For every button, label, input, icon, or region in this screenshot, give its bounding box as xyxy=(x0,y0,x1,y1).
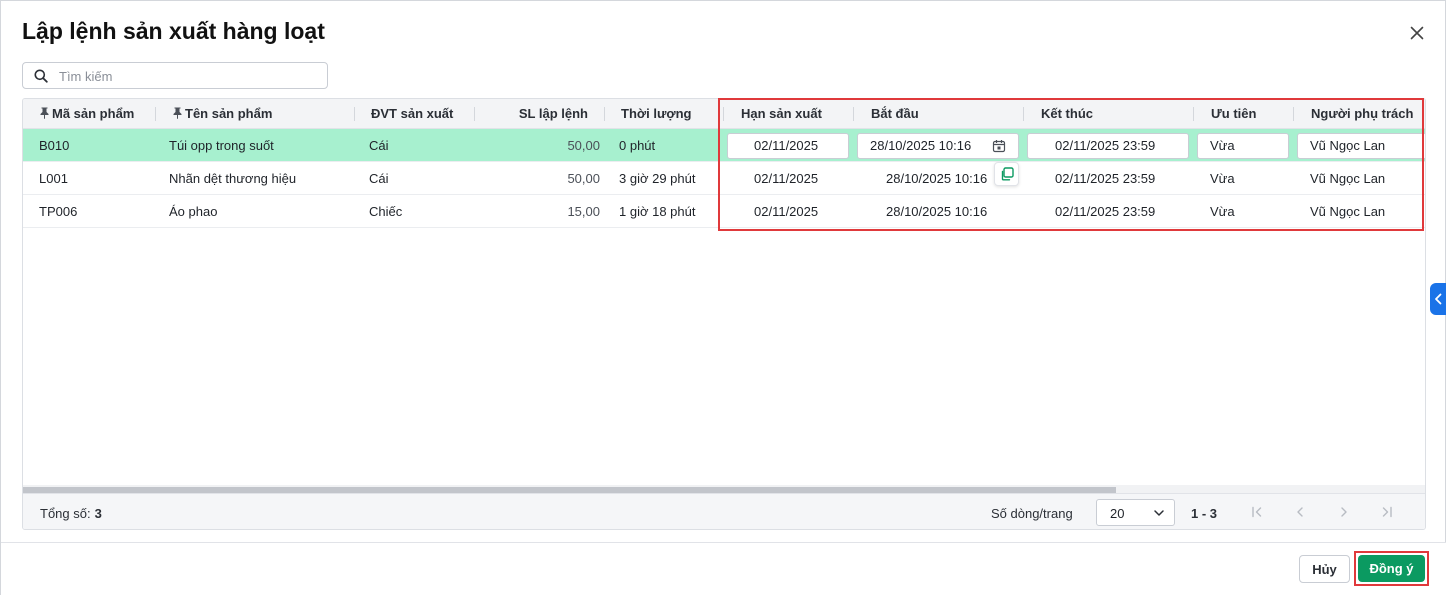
column-separator[interactable] xyxy=(1293,107,1294,121)
column-separator[interactable] xyxy=(853,107,854,121)
total-count: Tổng số: 3 xyxy=(40,506,102,521)
column-separator[interactable] xyxy=(604,107,605,121)
cell-unit: Chiếc xyxy=(369,204,403,219)
column-header-unit[interactable]: ĐVT sản xuất xyxy=(371,99,481,129)
table-row[interactable]: L001 Nhãn dệt thương hiệu Cái 50,00 3 gi… xyxy=(23,162,1425,195)
copy-to-all-button[interactable] xyxy=(994,162,1019,186)
dialog-footer xyxy=(1,542,1446,595)
table-row[interactable]: TP006 Áo phao Chiếc 15,00 1 giờ 18 phút … xyxy=(23,195,1425,228)
previous-page-icon[interactable] xyxy=(1292,504,1308,520)
total-count-value: 3 xyxy=(94,506,102,521)
column-header-qty[interactable]: SL lập lệnh xyxy=(493,99,588,129)
column-separator[interactable] xyxy=(1193,107,1194,121)
priority-select[interactable]: Vừa xyxy=(1197,133,1289,159)
cell-end: 02/11/2025 23:59 xyxy=(1055,171,1156,186)
confirm-button[interactable]: Đồng ý xyxy=(1358,555,1425,582)
column-separator[interactable] xyxy=(354,107,355,121)
table-header: Mã sản phẩm Tên sản phẩm ĐVT sản xuất SL… xyxy=(23,99,1425,129)
cell-code: TP006 xyxy=(39,204,78,219)
start-datetime-value: 28/10/2025 10:16 xyxy=(870,138,972,153)
highlight-annotation-confirm: Đồng ý xyxy=(1354,551,1429,586)
product-grid: Mã sản phẩm Tên sản phẩm ĐVT sản xuất SL… xyxy=(22,98,1426,530)
cell-duration: 0 phút xyxy=(619,138,656,153)
cell-duration: 3 giờ 29 phút xyxy=(619,171,696,186)
owner-select[interactable]: Vũ Ngọc Lan xyxy=(1297,133,1425,159)
close-icon xyxy=(1410,26,1424,40)
cell-priority: Vừa xyxy=(1210,204,1235,219)
column-header-priority[interactable]: Ưu tiên xyxy=(1211,99,1301,129)
pin-icon xyxy=(173,107,182,119)
cell-unit: Cái xyxy=(369,171,389,186)
column-header-owner[interactable]: Người phụ trách xyxy=(1311,99,1425,129)
cell-name: Túi opp trong suốt xyxy=(169,138,274,153)
cell-start: 28/10/2025 10:16 xyxy=(886,171,988,186)
cell-unit: Cái xyxy=(369,138,389,153)
cell-name: Áo phao xyxy=(169,204,218,219)
rows-per-page-value: 20 xyxy=(1110,506,1125,521)
dialog-title: Lập lệnh sản xuất hàng loạt xyxy=(22,18,325,44)
column-separator[interactable] xyxy=(723,107,724,121)
cell-end: 02/11/2025 23:59 xyxy=(1055,204,1156,219)
cell-priority: Vừa xyxy=(1210,171,1235,186)
column-header-start[interactable]: Bắt đầu xyxy=(871,99,1021,129)
last-page-icon[interactable] xyxy=(1379,504,1395,520)
calendar-icon[interactable] xyxy=(992,139,1006,153)
deadline-input[interactable]: 02/11/2025 xyxy=(727,133,849,159)
column-header-end[interactable]: Kết thúc xyxy=(1041,99,1191,129)
close-button[interactable] xyxy=(1405,21,1429,45)
bulk-production-order-dialog: Lập lệnh sản xuất hàng loạt Mã sản phẩm … xyxy=(0,0,1446,595)
search-icon xyxy=(34,69,48,83)
cell-code: B010 xyxy=(39,138,70,153)
grid-footer: Tổng số: 3 Số dòng/trang 20 1 - 3 xyxy=(23,493,1425,529)
rows-per-page-label: Số dòng/trang xyxy=(991,506,1073,521)
column-header-duration[interactable]: Thời lượng xyxy=(621,99,721,129)
cell-duration: 1 giờ 18 phút xyxy=(619,204,696,219)
chevron-down-icon xyxy=(1154,510,1164,516)
cell-qty: 50,00 xyxy=(567,138,600,153)
first-page-icon[interactable] xyxy=(1249,504,1265,520)
pin-icon xyxy=(40,107,49,119)
end-datetime-input[interactable]: 02/11/2025 23:59 xyxy=(1027,133,1189,159)
side-panel-toggle[interactable] xyxy=(1430,283,1446,315)
cell-qty: 15,00 xyxy=(567,204,600,219)
next-page-icon[interactable] xyxy=(1336,504,1352,520)
copy-icon xyxy=(1001,167,1014,181)
cell-qty: 50,00 xyxy=(567,171,600,186)
chevron-left-icon xyxy=(1435,293,1442,305)
column-header-code[interactable]: Mã sản phẩm xyxy=(40,99,156,129)
start-datetime-input[interactable]: 28/10/2025 10:16 xyxy=(857,133,1019,159)
table-row[interactable]: B010 Túi opp trong suốt Cái 50,00 0 phút… xyxy=(23,129,1425,162)
cell-name: Nhãn dệt thương hiệu xyxy=(169,171,297,186)
cell-owner: Vũ Ngọc Lan xyxy=(1310,204,1386,219)
cell-start: 28/10/2025 10:16 xyxy=(886,204,988,219)
page-range: 1 - 3 xyxy=(1191,506,1218,521)
cell-owner: Vũ Ngọc Lan xyxy=(1310,171,1386,186)
cell-deadline: 02/11/2025 xyxy=(754,204,819,219)
cell-code: L001 xyxy=(39,171,68,186)
rows-per-page-select[interactable]: 20 xyxy=(1096,499,1175,526)
cell-deadline: 02/11/2025 xyxy=(754,171,819,186)
column-separator[interactable] xyxy=(1023,107,1024,121)
search-input[interactable] xyxy=(59,67,319,85)
column-header-deadline[interactable]: Hạn sản xuất xyxy=(741,99,856,129)
column-header-name[interactable]: Tên sản phẩm xyxy=(173,99,368,129)
column-separator[interactable] xyxy=(474,107,475,121)
search-box xyxy=(22,62,328,89)
cancel-button[interactable]: Hủy xyxy=(1299,555,1350,583)
column-separator[interactable] xyxy=(155,107,156,121)
